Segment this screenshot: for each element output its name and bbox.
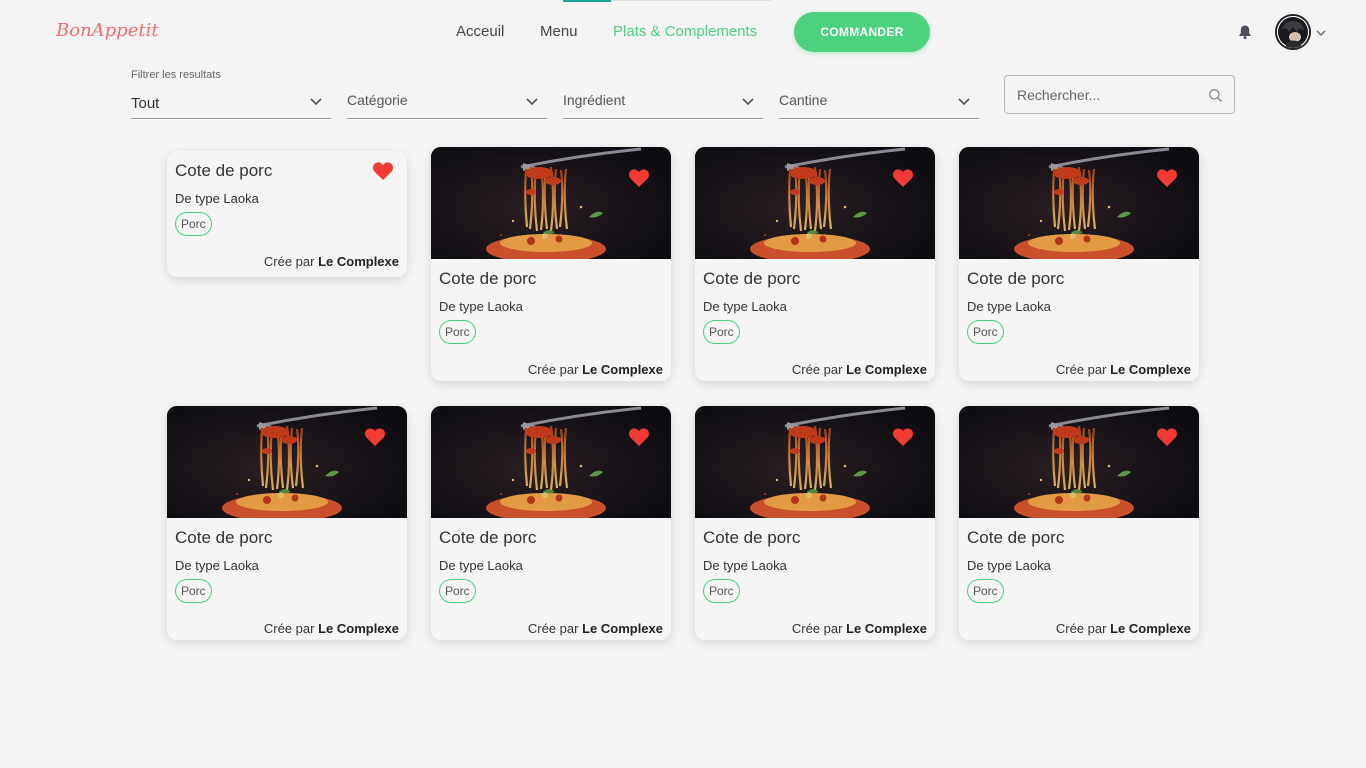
dish-image [431,406,671,518]
dish-card[interactable]: Cote de porc De type Laoka Porc Crée par Le… [431,406,671,640]
dish-title: Cote de porc [175,161,273,180]
ingredient-tag: Porc [439,579,476,603]
dish-title: Cote de porc [439,528,537,547]
dish-card[interactable]: Cote de porc De type Laoka Porc Crée par Le… [167,406,407,640]
bell-icon[interactable] [1237,24,1253,40]
filter-select-ingredient[interactable]: Ingrédient [563,84,763,119]
dish-card[interactable]: Cote de porc De type Laoka Porc Crée par Le… [431,147,671,381]
ingredient-tag: Porc [175,579,212,603]
favorite-heart-icon[interactable] [1156,427,1178,447]
dish-type: De type Laoka [175,558,259,573]
author-name: Le Complexe [318,254,399,269]
select-label: Catégorie [347,92,408,108]
select-value: Tout [131,95,160,112]
dish-title: Cote de porc [439,269,537,288]
favorite-heart-icon[interactable] [1156,168,1178,188]
filter-select-categorie[interactable]: Catégorie [347,84,547,119]
chevron-down-icon [741,94,755,108]
search-box [1004,75,1235,114]
author-prefix: Crée par [791,362,843,377]
search-input[interactable] [1017,85,1202,105]
author-prefix: Crée par [527,621,579,636]
dish-author: Crée par Le Complexe [1056,621,1191,636]
dish-type: De type Laoka [439,558,523,573]
nav-divider [611,0,771,1]
dish-image [167,406,407,518]
dish-type: De type Laoka [967,558,1051,573]
dish-type: De type Laoka [967,299,1051,314]
author-prefix: Crée par [263,621,315,636]
dish-author: Crée par Le Complexe [264,254,399,269]
user-avatar[interactable] [1275,14,1311,50]
favorite-heart-icon[interactable] [628,427,650,447]
search-icon[interactable] [1208,88,1223,103]
author-prefix: Crée par [527,362,579,377]
author-prefix: Crée par [1055,362,1107,377]
dish-author: Crée par Le Complexe [528,362,663,377]
dish-image [695,147,935,259]
dish-image [431,147,671,259]
filter-select-cantine[interactable]: Cantine [779,84,979,119]
ingredient-tag: Porc [967,579,1004,603]
dish-card[interactable]: Cote de porc De type Laoka Porc Crée par Le… [695,147,935,381]
top-navbar: BonAppetit Acceuil Menu Plats & Compleme… [0,0,1366,64]
ingredient-tag: Porc [967,320,1004,344]
nav-active-indicator [563,0,611,2]
chevron-down-icon [525,94,539,108]
dish-image [959,406,1199,518]
favorite-heart-icon[interactable] [364,427,386,447]
favorite-heart-icon[interactable] [372,161,394,181]
dish-author: Crée par Le Complexe [528,621,663,636]
favorite-heart-icon[interactable] [628,168,650,188]
dish-title: Cote de porc [703,269,801,288]
dish-image [959,147,1199,259]
dish-title: Cote de porc [175,528,273,547]
chevron-down-icon [309,94,323,108]
select-label: Cantine [779,92,828,108]
dish-title: Cote de porc [967,528,1065,547]
author-prefix: Crée par [791,621,843,636]
chevron-down-icon [957,94,971,108]
nav-link-plats-complements[interactable]: Plats & Complements [613,23,757,40]
author-prefix: Crée par [263,254,315,269]
ingredient-tag: Porc [175,212,212,236]
dish-author: Crée par Le Complexe [264,621,399,636]
dish-type: De type Laoka [703,558,787,573]
commander-button[interactable]: COMMANDER [794,12,930,52]
dish-card[interactable]: Cote de porc De type Laoka Porc Crée par Le… [959,147,1199,381]
author-name: Le Complexe [1110,621,1191,636]
favorite-heart-icon[interactable] [892,427,914,447]
dish-card[interactable]: Cote de porc De type Laoka Porc Crée par Le… [167,151,407,277]
nav-link-menu[interactable]: Menu [540,23,578,40]
dish-author: Crée par Le Complexe [1056,362,1191,377]
main-nav: Acceuil Menu Plats & Complements [0,0,1366,64]
author-name: Le Complexe [582,362,663,377]
favorite-heart-icon[interactable] [892,168,914,188]
author-name: Le Complexe [582,621,663,636]
dish-title: Cote de porc [703,528,801,547]
nav-link-acceuil[interactable]: Acceuil [456,23,504,40]
dish-card[interactable]: Cote de porc De type Laoka Porc Crée par Le… [959,406,1199,640]
ingredient-tag: Porc [439,320,476,344]
author-name: Le Complexe [318,621,399,636]
author-name: Le Complexe [1110,362,1191,377]
filter-caption: Filtrer les resultats [131,69,221,81]
dish-author: Crée par Le Complexe [792,362,927,377]
dish-author: Crée par Le Complexe [792,621,927,636]
ingredient-tag: Porc [703,320,740,344]
author-prefix: Crée par [1055,621,1107,636]
dish-type: De type Laoka [703,299,787,314]
author-name: Le Complexe [846,362,927,377]
chevron-down-icon[interactable] [1315,26,1327,38]
select-label: Ingrédient [563,92,626,108]
author-name: Le Complexe [846,621,927,636]
dish-type: De type Laoka [175,191,259,206]
dish-image [695,406,935,518]
ingredient-tag: Porc [703,579,740,603]
filter-select-all[interactable]: Tout [131,84,331,119]
dish-card[interactable]: Cote de porc De type Laoka Porc Crée par Le… [695,406,935,640]
dish-title: Cote de porc [967,269,1065,288]
dish-type: De type Laoka [439,299,523,314]
